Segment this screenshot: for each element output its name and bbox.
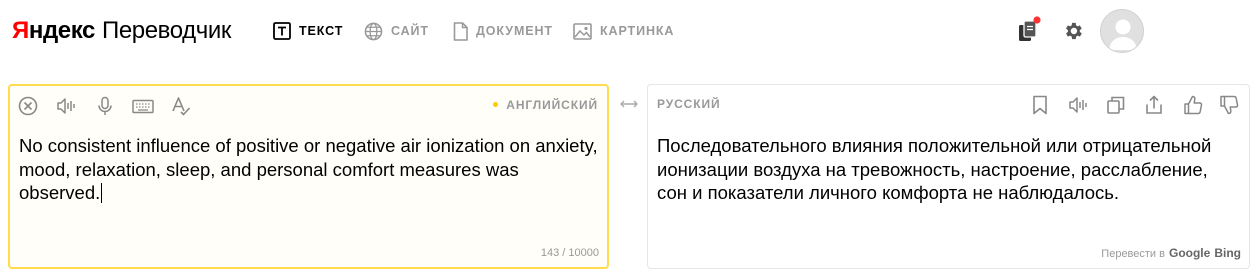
user-silhouette-icon [1109, 19, 1137, 50]
tab-document-label: ДОКУМЕНТ [476, 24, 553, 38]
bad-translation-button[interactable] [1218, 94, 1240, 116]
source-toolbar: АНГЛИЙСКИЙ [10, 86, 607, 126]
logo-ya-letter: Я [12, 17, 29, 44]
auto-detect-dot [493, 102, 499, 107]
source-listen-button[interactable] [55, 95, 77, 117]
logo-ya-rest: ндекс [28, 17, 96, 44]
translation-output: Последовательного влияния положительной … [657, 135, 1212, 203]
bookmark-button[interactable] [1029, 94, 1051, 116]
target-language-selector[interactable]: РУССКИЙ [657, 97, 721, 111]
tab-image[interactable]: КАРТИНКА [573, 19, 674, 43]
source-language-selector[interactable]: АНГЛИЙСКИЙ [493, 98, 598, 112]
keyboard-button[interactable] [131, 95, 155, 117]
copy-button[interactable] [1105, 94, 1127, 116]
text-mode-icon [273, 22, 291, 40]
bing-engine-link[interactable]: Bing [1214, 246, 1241, 260]
source-language-label: АНГЛИЙСКИЙ [506, 98, 598, 112]
logo-product-name: Переводчик [101, 17, 231, 44]
clear-button[interactable] [17, 95, 39, 117]
speaker-icon [1069, 97, 1087, 113]
tab-image-label: КАРТИНКА [600, 24, 675, 38]
swap-languages-button[interactable] [618, 96, 640, 112]
collections-button[interactable] [1017, 16, 1045, 44]
share-icon [1146, 95, 1162, 114]
source-text: No consistent influence of positive or n… [19, 135, 598, 203]
target-language-label: РУССКИЙ [657, 97, 721, 111]
tab-text[interactable]: ТЕКСТ [273, 19, 343, 43]
image-icon [573, 22, 592, 40]
engines-label: Перевести в [1101, 248, 1165, 260]
tab-document[interactable]: ДОКУМЕНТ [453, 19, 553, 43]
swap-arrows-icon [620, 100, 638, 108]
settings-button[interactable] [1062, 20, 1084, 42]
tab-site[interactable]: САЙТ [364, 19, 429, 43]
translate-in-engines: Перевести в Google Bing [1101, 246, 1241, 260]
keyboard-icon [132, 99, 154, 114]
speaker-icon [57, 98, 75, 114]
source-panel: АНГЛИЙСКИЙ No consistent influence of po… [8, 84, 609, 269]
tab-site-label: САЙТ [391, 24, 429, 38]
yandex-translate-logo[interactable]: Яндекс Переводчик [12, 17, 231, 45]
user-avatar[interactable] [1100, 9, 1144, 53]
settings-gear-icon [1066, 22, 1082, 40]
target-toolbar: РУССКИЙ [648, 85, 1249, 125]
target-panel: РУССКИЙ Последовательного влияния положи… [647, 84, 1250, 269]
microphone-button[interactable] [94, 95, 116, 117]
clear-icon [18, 96, 38, 116]
thumbs-down-icon [1220, 95, 1239, 115]
share-button[interactable] [1143, 94, 1165, 116]
character-counter: 143 / 10000 [540, 247, 599, 259]
spellcheck-button[interactable] [170, 95, 192, 117]
good-translation-button[interactable] [1182, 94, 1204, 116]
text-caret [101, 183, 103, 203]
spellcheck-icon [172, 97, 191, 116]
target-listen-button[interactable] [1067, 94, 1089, 116]
tab-text-label: ТЕКСТ [299, 24, 344, 38]
collections-icon [1019, 16, 1041, 41]
bookmark-icon [1033, 95, 1047, 115]
header: Яндекс Переводчик ТЕКСТ САЙТ ДОКУМЕНТ КА… [0, 0, 1259, 64]
google-engine-link[interactable]: Google [1169, 246, 1210, 260]
microphone-icon [98, 96, 112, 115]
globe-icon [364, 22, 383, 40]
source-text-input[interactable]: No consistent influence of positive or n… [19, 134, 599, 205]
thumbs-up-icon [1184, 95, 1203, 115]
document-icon [453, 21, 468, 41]
copy-icon [1107, 96, 1125, 114]
